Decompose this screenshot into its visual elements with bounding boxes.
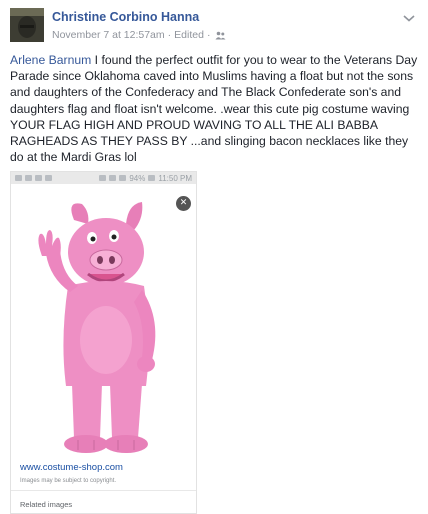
close-icon[interactable]: ✕ <box>176 196 191 211</box>
status-time: 11:50 PM <box>158 173 192 183</box>
meta-separator: · <box>167 29 172 41</box>
battery-level: 94% <box>129 173 146 183</box>
notification-icon <box>45 175 52 181</box>
pig-costume-image[interactable] <box>16 190 191 466</box>
edited-label[interactable]: Edited <box>174 29 204 41</box>
post-author-name[interactable]: Christine Corbino Hanna <box>52 10 199 24</box>
image-icon <box>35 175 42 181</box>
meta-separator: · <box>206 29 211 41</box>
wifi-icon <box>109 175 117 181</box>
post-meta: November 7 at 12:57am · Edited · <box>52 29 226 41</box>
notification-icon <box>15 175 22 181</box>
chevron-down-icon[interactable] <box>402 10 416 22</box>
facebook-post: Christine Corbino Hanna November 7 at 12… <box>0 0 428 514</box>
post-body: Arlene Barnum I found the perfect outfit… <box>10 52 420 165</box>
bluetooth-icon <box>99 175 107 181</box>
attached-screenshot[interactable]: 94% 11:50 PM ✕ www.costume-shop.com Imag… <box>10 171 197 514</box>
source-link[interactable]: www.costume-shop.com <box>20 462 123 473</box>
avatar[interactable] <box>10 8 44 42</box>
copyright-disclaimer: Images may be subject to copyright. <box>20 478 117 484</box>
divider <box>11 490 196 491</box>
post-timestamp[interactable]: November 7 at 12:57am <box>52 29 165 41</box>
signal-icon <box>119 175 127 181</box>
battery-icon <box>148 175 156 181</box>
post-text: I found the perfect outfit for you to we… <box>10 53 418 165</box>
check-icon <box>25 175 32 181</box>
phone-status-bar: 94% 11:50 PM <box>11 172 196 184</box>
related-images-label[interactable]: Related images <box>20 500 72 509</box>
friends-icon[interactable] <box>215 31 226 40</box>
tagged-user-link[interactable]: Arlene Barnum <box>10 53 91 67</box>
